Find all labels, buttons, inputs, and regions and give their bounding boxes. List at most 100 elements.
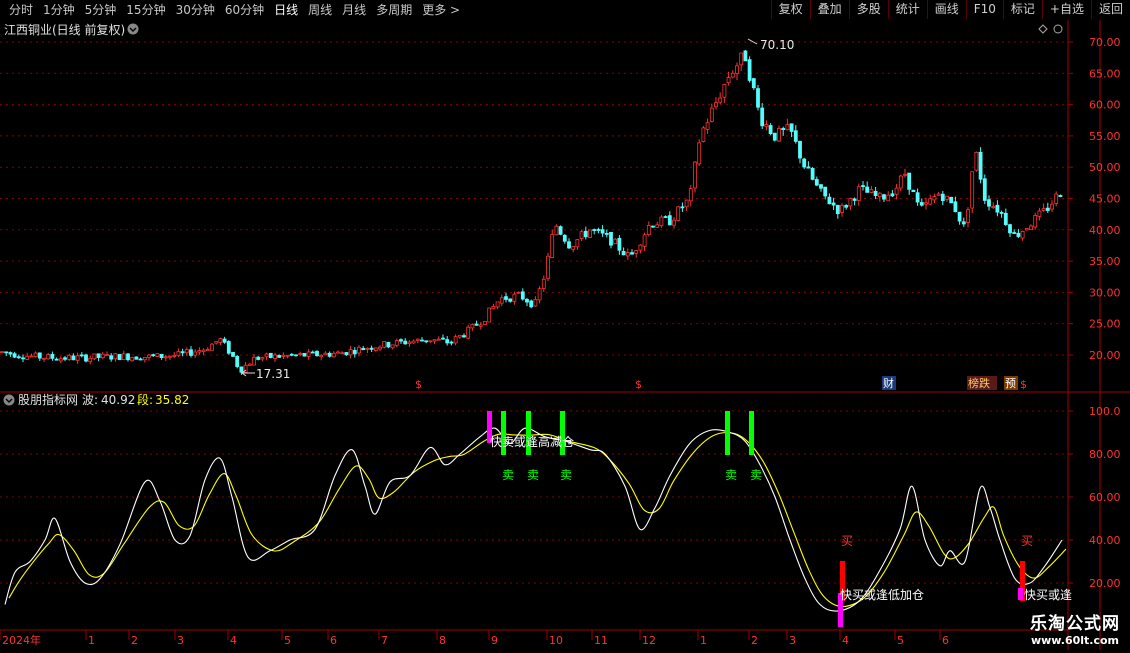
- buy-annotation: 快买或逢低加仓: [840, 588, 924, 602]
- main-chart-title: 江西铜业(日线 前复权): [4, 22, 125, 37]
- candle-body: [193, 351, 198, 356]
- time-tick-label: 9: [491, 634, 498, 647]
- candle-body: [940, 193, 945, 202]
- dividend-badge[interactable]: $: [635, 378, 642, 391]
- candle-body: [949, 196, 954, 204]
- tab-5min[interactable]: 5分钟: [80, 2, 122, 18]
- candle-body: [21, 357, 25, 360]
- candle-body: [151, 354, 156, 357]
- candle-body: [630, 252, 634, 255]
- candle-body: [138, 358, 143, 361]
- candle-body: [798, 140, 802, 159]
- candle-body: [919, 202, 924, 206]
- tab-30min[interactable]: 30分钟: [171, 2, 220, 18]
- candle-body: [340, 352, 345, 355]
- candle-body: [936, 193, 941, 196]
- candle-body: [957, 211, 962, 222]
- tab-15min[interactable]: 15分钟: [121, 2, 170, 18]
- candle-body: [789, 123, 794, 132]
- candle-body: [42, 357, 46, 360]
- chart-svg[interactable]: 江西铜业(日线 前复权) 70.10 17.31 $ $ 财 榜跌 预 $ 70…: [0, 20, 1130, 650]
- candle-body: [50, 353, 55, 359]
- finance-badge[interactable]: 财: [883, 376, 894, 390]
- y-tick-label: 45.00: [1089, 193, 1121, 206]
- candle-body: [285, 354, 290, 357]
- candle-body: [764, 124, 769, 128]
- chart-area[interactable]: 江西铜业(日线 前复权) 70.10 17.31 $ $ 财 榜跌 预 $ 70…: [0, 20, 1130, 653]
- candle-body: [172, 354, 177, 357]
- y-tick-label: 40.00: [1089, 534, 1121, 547]
- site-watermark: 乐淘公式网 www.60lt.com: [1030, 609, 1120, 647]
- candle-body: [903, 173, 907, 176]
- overlay-button[interactable]: 叠加: [809, 0, 849, 19]
- dividend-badge[interactable]: $: [415, 378, 422, 391]
- candle-body: [197, 350, 202, 353]
- candle-body: [302, 352, 307, 357]
- tab-weekly[interactable]: 周线: [303, 2, 337, 18]
- add-watchlist-button[interactable]: +自选: [1041, 0, 1091, 19]
- candle-body: [327, 352, 332, 357]
- candle-body: [470, 323, 475, 329]
- candle-body: [835, 204, 840, 215]
- candle-body: [235, 356, 240, 367]
- y-tick-label: 20.00: [1089, 349, 1121, 362]
- candle-body: [680, 206, 685, 209]
- multi-stock-button[interactable]: 多股: [848, 0, 888, 19]
- candle-body: [25, 355, 30, 360]
- candle-body: [709, 107, 714, 123]
- candle-body: [567, 241, 571, 249]
- candle-body: [562, 234, 567, 242]
- candle-body: [33, 352, 38, 358]
- tab-minute-realtime[interactable]: 分时: [4, 2, 38, 18]
- candle-body: [596, 229, 601, 231]
- candle-body: [189, 349, 193, 356]
- time-tick-label: 2024年: [2, 633, 41, 647]
- draw-line-button[interactable]: 画线: [926, 0, 966, 19]
- candle-body: [214, 341, 219, 344]
- sell-label: 卖: [750, 468, 762, 482]
- candle-body: [667, 215, 672, 226]
- candle-body: [924, 202, 928, 205]
- candle-body: [478, 324, 483, 327]
- forecast-badge[interactable]: 预: [1005, 377, 1016, 390]
- time-tick-label: 5: [897, 634, 904, 647]
- candle-body: [294, 354, 298, 357]
- candle-body: [974, 151, 979, 171]
- chevron-down-icon[interactable]: [3, 394, 15, 406]
- tab-monthly[interactable]: 月线: [337, 2, 371, 18]
- candle-body: [319, 354, 324, 358]
- period-tabs: 分时 1分钟 5分钟 15分钟 30分钟 60分钟 日线 周线 月线 多周期 更…: [4, 2, 465, 18]
- candle-body: [751, 78, 756, 89]
- candle-body: [453, 336, 458, 344]
- candle-body: [701, 127, 706, 142]
- tab-multi-period[interactable]: 多周期: [371, 2, 417, 18]
- candle-body: [260, 357, 265, 360]
- restore-rights-button[interactable]: 复权: [770, 0, 810, 19]
- candle-body: [88, 357, 93, 363]
- tab-1min[interactable]: 1分钟: [38, 2, 80, 18]
- tab-60min[interactable]: 60分钟: [220, 2, 269, 18]
- dividend-badge[interactable]: $: [1020, 378, 1027, 391]
- ranking-badge[interactable]: 榜跌: [968, 376, 990, 390]
- candle-body: [579, 231, 584, 239]
- tab-daily[interactable]: 日线: [269, 2, 303, 18]
- candle-body: [16, 356, 21, 359]
- candle-body: [537, 288, 542, 301]
- tab-more[interactable]: 更多 >: [417, 2, 465, 18]
- f10-button[interactable]: F10: [965, 0, 1003, 19]
- candle-body: [281, 354, 286, 357]
- candle-body: [558, 226, 563, 235]
- candle-body: [932, 196, 937, 201]
- candle-body: [12, 353, 17, 358]
- candle-body: [403, 340, 408, 345]
- candle-body: [428, 340, 433, 343]
- back-button[interactable]: 返回: [1090, 0, 1130, 19]
- candle-body: [617, 237, 622, 251]
- chevron-down-icon[interactable]: [127, 23, 139, 35]
- mark-button[interactable]: 标记: [1002, 0, 1042, 19]
- candle-body: [4, 351, 9, 354]
- statistics-button[interactable]: 统计: [887, 0, 927, 19]
- candle-body: [953, 201, 958, 212]
- candle-body: [273, 354, 277, 359]
- candle-body: [348, 349, 353, 356]
